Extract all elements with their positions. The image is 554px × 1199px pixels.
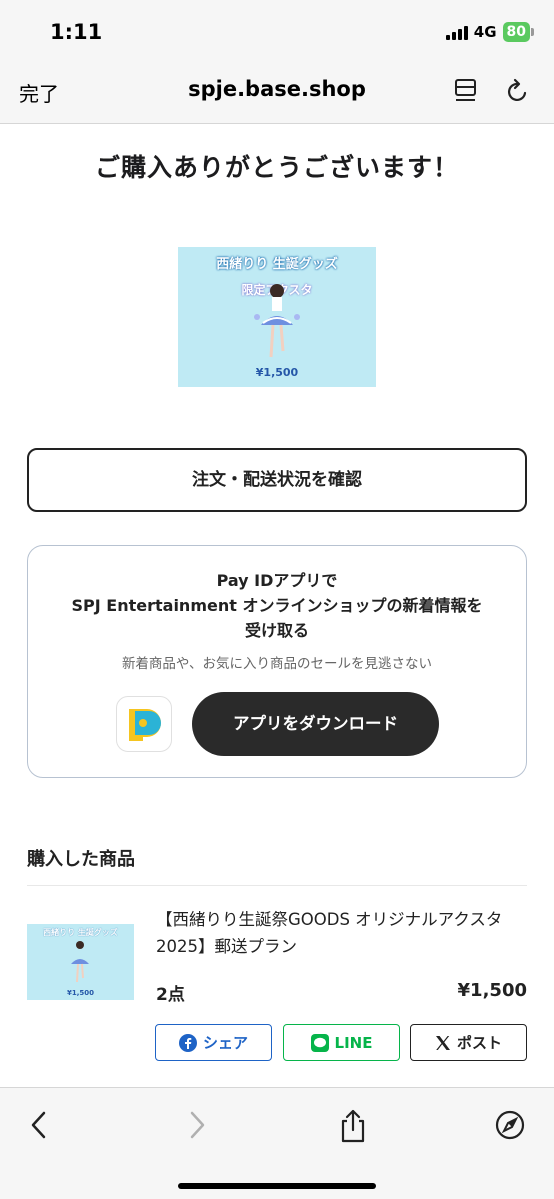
- product-quantity: 2点: [156, 985, 185, 1005]
- browser-nav-bar: 完了 spje.base.shop: [0, 62, 554, 124]
- product-image: 西緒りり 生誕グッズ 限定アクスタ ¥1,500: [178, 247, 376, 387]
- signal-icon: [445, 24, 468, 40]
- download-app-button[interactable]: アプリをダウンロード: [192, 692, 439, 756]
- product-price: ¥1,500: [457, 980, 527, 1001]
- product-name[interactable]: 【西緒りり生誕祭GOODS オリジナルアクスタ 2025】郵送プラン: [156, 906, 531, 960]
- line-share-button[interactable]: LINE: [283, 1024, 400, 1061]
- divider: [27, 885, 527, 886]
- compass-icon[interactable]: [493, 1108, 527, 1142]
- forward-icon[interactable]: [184, 1108, 210, 1142]
- payid-promo-card: Pay IDアプリで SPJ Entertainment オンラインショップの新…: [27, 545, 527, 778]
- payid-app-logo-icon[interactable]: [116, 696, 172, 752]
- x-logo-icon: [435, 1035, 450, 1050]
- purchased-section-title: 購入した商品: [27, 849, 135, 870]
- facebook-share-button[interactable]: シェア: [155, 1024, 272, 1061]
- battery-icon: 80: [502, 22, 534, 42]
- product-thumbnail[interactable]: 西緒りり 生誕グッズ ¥1,500: [27, 924, 134, 1000]
- reader-view-icon[interactable]: [454, 77, 478, 105]
- status-time: 1:11: [50, 20, 103, 44]
- order-status-button[interactable]: 注文・配送状況を確認: [27, 448, 527, 512]
- back-icon[interactable]: [26, 1108, 52, 1142]
- x-share-button[interactable]: ポスト: [410, 1024, 527, 1061]
- share-icon[interactable]: [338, 1108, 368, 1144]
- status-indicators: 4G 80: [445, 22, 534, 42]
- status-bar: 1:11 4G 80: [0, 0, 554, 62]
- network-label: 4G: [473, 23, 497, 41]
- image-caption: 西緒りり 生誕グッズ: [216, 257, 338, 272]
- idol-figure-illustration: [254, 284, 300, 358]
- image-price: ¥1,500: [255, 366, 299, 379]
- payid-title: Pay IDアプリで SPJ Entertainment オンラインショップの新…: [71, 571, 483, 640]
- page-title: ご購入ありがとうございます！: [94, 153, 459, 182]
- facebook-icon: [178, 1033, 197, 1052]
- battery-level: 80: [502, 22, 530, 42]
- home-indicator: [178, 1183, 376, 1189]
- line-icon: [310, 1033, 329, 1052]
- idol-figure-illustration: [71, 941, 89, 983]
- reload-icon[interactable]: [505, 76, 531, 106]
- payid-description: 新着商品や、お気に入り商品のセールを見逃さない: [121, 656, 433, 672]
